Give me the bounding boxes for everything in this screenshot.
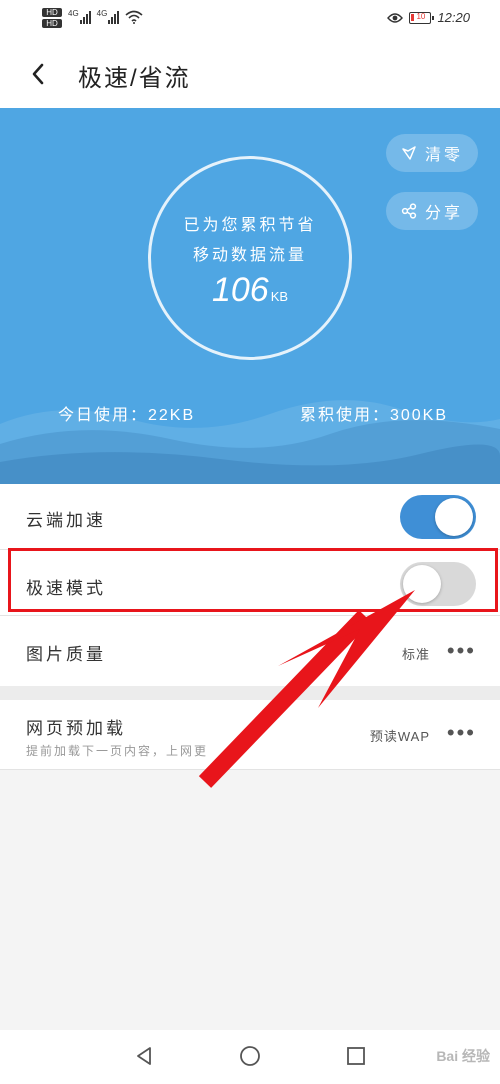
signal-group-1: 4G (68, 10, 91, 24)
setting-row-page-preload[interactable]: 网页预加载 提前加载下一页内容，上网更 预读WAP ••• (0, 700, 500, 770)
image-quality-value: 标准 (401, 647, 430, 662)
broom-icon (402, 146, 416, 160)
setting-row-cloud-speedup: 云端加速 (0, 484, 500, 550)
savings-panel: 已为您累积节省 移动数据流量 106 KB 清零 分享 今日使用：22KB 累积使… (0, 108, 500, 484)
hd-badges: HD HD (42, 8, 62, 28)
cloud-speedup-toggle[interactable] (400, 495, 476, 539)
nav-recents-button[interactable] (344, 1044, 368, 1068)
section-gap (0, 686, 500, 700)
wave-decoration (0, 400, 500, 484)
status-bar: HD HD 4G 4G 10 12:20 (0, 0, 500, 40)
back-button[interactable] (24, 60, 52, 88)
triangle-back-icon (137, 1047, 151, 1065)
toggle-knob (435, 498, 473, 536)
eye-icon (387, 12, 404, 23)
system-nav-bar: Bai 经验 (0, 1030, 500, 1084)
savings-unit: KB (270, 289, 289, 304)
clear-button[interactable]: 清零 (386, 134, 478, 172)
savings-caption-line1: 已为您累积节省 (183, 217, 317, 234)
page-preload-subtitle: 提前加载下一页内容，上网更 (26, 744, 209, 758)
share-button[interactable]: 分享 (386, 192, 478, 230)
header: 极速/省流 (0, 40, 500, 108)
wifi-icon (125, 10, 143, 24)
total-usage: 累积使用：300KB (299, 407, 448, 424)
nav-back-button[interactable] (132, 1044, 156, 1068)
cloud-speedup-label: 云端加速 (26, 511, 106, 530)
network-label: 4G (68, 9, 79, 18)
more-options-icon[interactable]: ••• (447, 722, 476, 744)
share-label: 分享 (424, 205, 463, 222)
watermark: Bai 经验 (436, 1048, 490, 1064)
savings-number: 106 (211, 271, 269, 309)
savings-value: 106 KB (151, 271, 349, 310)
nav-home-button[interactable] (238, 1044, 262, 1068)
highlight-box (8, 548, 498, 612)
status-left: HD HD 4G 4G (42, 8, 143, 28)
divider (0, 769, 500, 770)
battery-fill (411, 13, 415, 21)
settings-list: 云端加速 极速模式 图片质量 标准 ••• 网页预加载 提前加载下一页内容，上网… (0, 484, 500, 770)
clear-label: 清零 (424, 147, 463, 164)
battery-icon: 10 (409, 11, 435, 24)
signal-group-2: 4G (97, 10, 120, 24)
circle-home-icon (240, 1046, 260, 1066)
page-title: 极速/省流 (78, 65, 191, 92)
page-preload-value: 预读WAP (369, 729, 430, 744)
today-usage: 今日使用：22KB (58, 407, 196, 424)
status-right: 10 12:20 (387, 10, 470, 25)
chevron-left-icon (32, 63, 44, 85)
battery-level: 10 (416, 11, 426, 21)
image-quality-label: 图片质量 (26, 645, 106, 664)
hd-badge: HD (42, 8, 62, 17)
savings-caption-line2: 移动数据流量 (192, 247, 307, 264)
setting-row-image-quality[interactable]: 图片质量 标准 ••• (0, 616, 500, 686)
network-label: 4G (96, 9, 108, 18)
share-icon (401, 203, 417, 219)
signal-icon (108, 10, 120, 24)
hd-badge: HD (42, 19, 62, 28)
signal-icon (79, 10, 91, 24)
page-preload-label: 网页预加载 (26, 719, 126, 738)
savings-ring: 已为您累积节省 移动数据流量 106 KB (148, 156, 352, 360)
clock: 12:20 (437, 10, 470, 25)
square-recents-icon (347, 1047, 365, 1065)
more-options-icon[interactable]: ••• (447, 640, 476, 662)
